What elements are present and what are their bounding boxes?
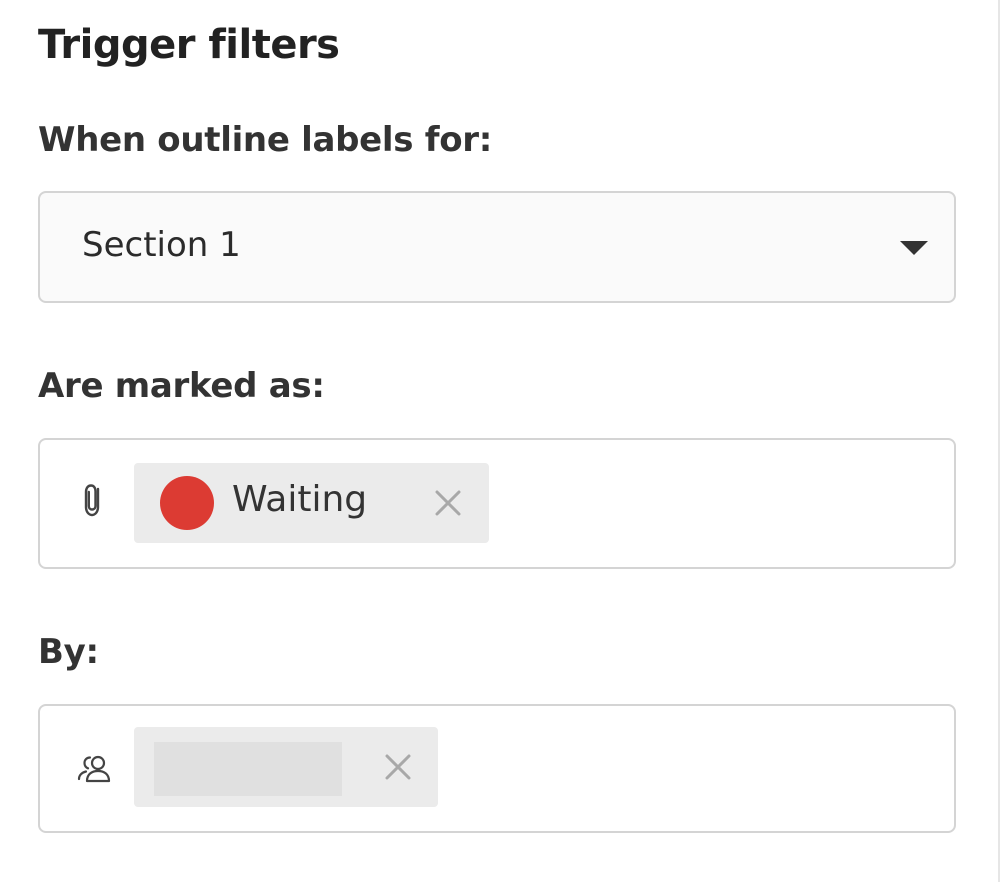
paperclip-icon bbox=[84, 484, 100, 517]
caret-down-icon bbox=[900, 241, 928, 255]
close-icon[interactable] bbox=[432, 487, 464, 519]
user-tag bbox=[134, 727, 438, 807]
panel-title: Trigger filters bbox=[38, 22, 340, 68]
status-color-dot bbox=[160, 476, 214, 530]
close-icon[interactable] bbox=[382, 751, 414, 783]
outline-section-select[interactable]: Section 1 bbox=[38, 191, 956, 303]
trigger-filters-panel: Trigger filters When outline labels for:… bbox=[0, 0, 1000, 882]
select-value: Section 1 bbox=[82, 225, 241, 265]
status-tag-label: Waiting bbox=[232, 479, 368, 520]
user-filter-label: By: bbox=[38, 632, 99, 672]
outline-filter-label: When outline labels for: bbox=[38, 120, 493, 160]
status-tag-waiting: Waiting bbox=[134, 463, 489, 543]
status-filter-label: Are marked as: bbox=[38, 366, 325, 406]
status-tag-input[interactable]: Waiting bbox=[38, 438, 956, 569]
user-name-redacted bbox=[154, 742, 342, 796]
user-tag-input[interactable] bbox=[38, 704, 956, 833]
users-icon bbox=[77, 755, 111, 783]
